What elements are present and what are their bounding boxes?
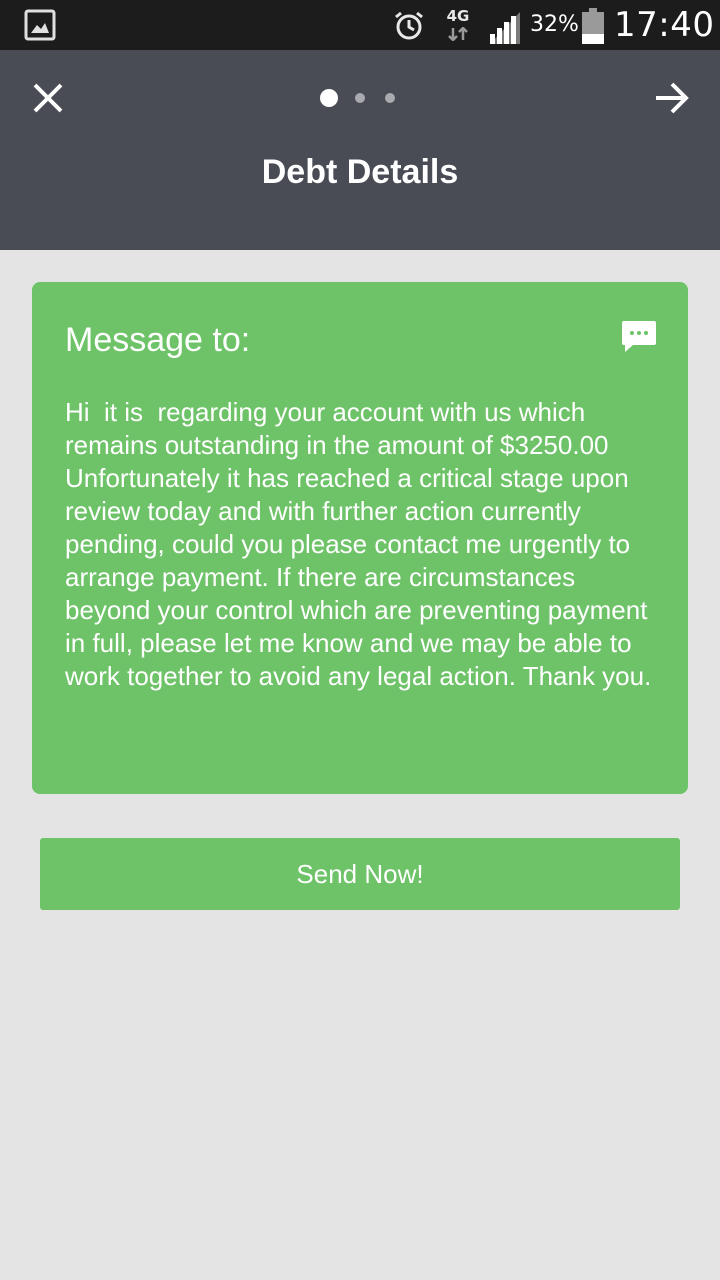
network-type-label: 4G [446, 7, 470, 25]
alarm-icon [393, 10, 425, 47]
page-dot [385, 93, 395, 103]
send-now-button[interactable]: Send Now! [40, 838, 680, 910]
page-title: Debt Details [261, 153, 459, 191]
clock: 17:40 [614, 5, 715, 45]
close-button[interactable] [28, 78, 68, 118]
next-button[interactable] [650, 78, 694, 118]
chat-icon[interactable] [621, 319, 657, 360]
close-icon [33, 83, 63, 113]
message-heading: Message to: [65, 321, 251, 359]
app-header: Debt Details [0, 50, 720, 250]
message-card: Message to: Hi it is regarding your acco… [32, 282, 688, 794]
gallery-icon [24, 9, 56, 46]
arrow-right-icon [656, 82, 689, 114]
message-body: Hi it is regarding your account with us … [65, 397, 655, 691]
data-arrows-icon [447, 26, 469, 46]
battery-icon [581, 8, 605, 49]
signal-icon [488, 10, 522, 49]
battery-percent: 32% [530, 12, 579, 37]
status-bar: 4G 32% 17:40 [0, 0, 720, 50]
page-dot [355, 93, 365, 103]
page-dot-active [320, 89, 338, 107]
